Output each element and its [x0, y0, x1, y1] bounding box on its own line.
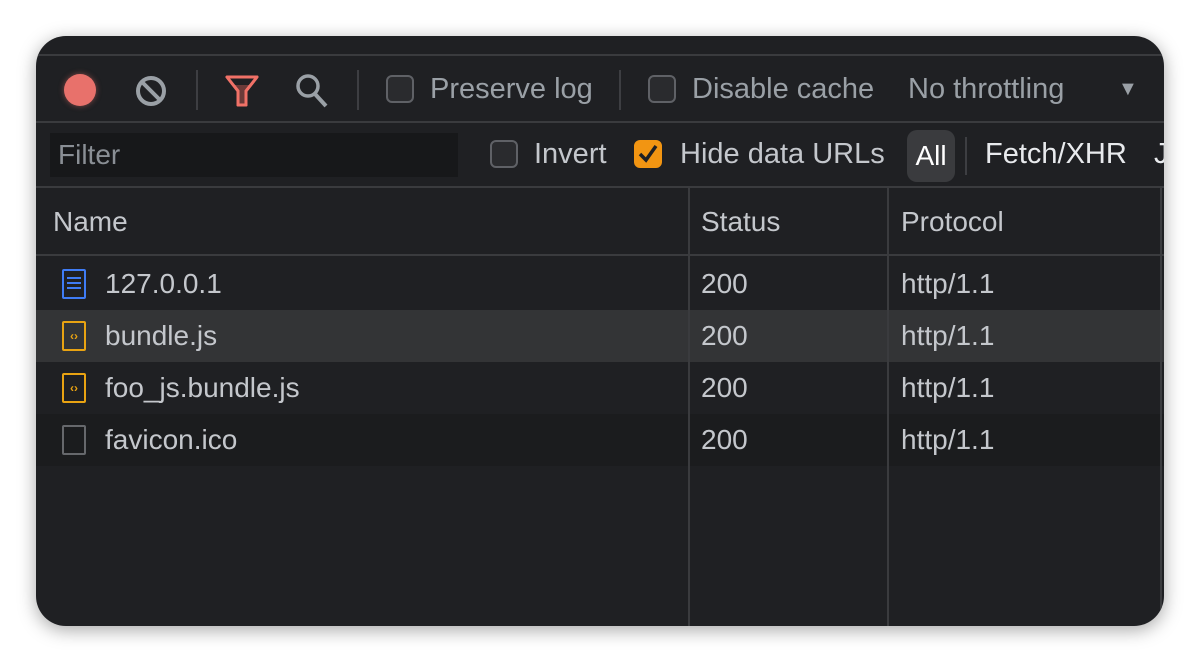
column-name[interactable]: Name	[53, 206, 128, 238]
type-filter-fetch-xhr[interactable]: Fetch/XHR	[985, 138, 1127, 171]
throttling-select[interactable]: No throttling ▼	[908, 68, 1144, 112]
table-header: Name Status Protocol	[36, 188, 1164, 256]
top-toolbar-partial	[36, 36, 1164, 56]
separator	[196, 70, 198, 110]
network-toolbar: Preserve log Disable cache No throttling…	[36, 56, 1164, 123]
separator	[357, 70, 359, 110]
file-icon	[62, 425, 86, 455]
row-status: 200	[701, 372, 748, 403]
clear-icon[interactable]	[134, 74, 168, 108]
row-protocol: http/1.1	[901, 268, 995, 299]
disable-cache-checkbox[interactable]	[648, 75, 676, 103]
checkmark-icon	[638, 144, 658, 163]
column-divider[interactable]	[688, 188, 690, 626]
separator	[619, 70, 621, 110]
row-protocol: http/1.1	[901, 424, 995, 455]
document-icon	[62, 269, 86, 299]
separator	[965, 137, 967, 175]
row-status: 200	[701, 424, 748, 455]
preserve-log-checkbox[interactable]	[386, 75, 414, 103]
table-row[interactable]: ‹› foo_js.bundle.js 200 http/1.1	[36, 362, 1164, 414]
row-status: 200	[701, 268, 748, 299]
devtools-network-panel: Preserve log Disable cache No throttling…	[36, 36, 1164, 626]
invert-label: Invert	[534, 138, 607, 170]
row-name: bundle.js	[105, 320, 218, 351]
table-row[interactable]: 127.0.0.1 200 http/1.1	[36, 258, 1164, 310]
filter-input[interactable]	[50, 133, 458, 177]
dropdown-arrow-icon: ▼	[1118, 78, 1138, 100]
column-protocol[interactable]: Protocol	[901, 206, 1004, 238]
row-name: 127.0.0.1	[105, 268, 222, 299]
script-icon: ‹›	[62, 373, 86, 403]
funnel-icon[interactable]	[224, 74, 260, 108]
table-row[interactable]: favicon.ico 200 http/1.1	[36, 414, 1164, 466]
invert-checkbox[interactable]	[490, 140, 518, 168]
row-status: 200	[701, 320, 748, 351]
column-divider[interactable]	[1160, 188, 1162, 626]
throttling-value: No throttling	[908, 73, 1065, 105]
search-icon[interactable]	[294, 72, 330, 110]
record-button[interactable]	[64, 74, 96, 106]
hide-data-urls-checkbox[interactable]	[634, 140, 662, 168]
type-filter-js[interactable]: J	[1154, 138, 1164, 171]
row-name: favicon.ico	[105, 424, 238, 455]
row-protocol: http/1.1	[901, 320, 995, 351]
column-status[interactable]: Status	[701, 206, 780, 238]
disable-cache-label: Disable cache	[692, 73, 875, 105]
row-protocol: http/1.1	[901, 372, 995, 403]
column-divider[interactable]	[887, 188, 889, 626]
type-filter-all[interactable]: All	[907, 130, 955, 182]
filter-bar: Invert Hide data URLs All Fetch/XHR J	[36, 125, 1164, 188]
table-row[interactable]: ‹› bundle.js 200 http/1.1	[36, 310, 1164, 362]
hide-data-urls-label: Hide data URLs	[680, 138, 885, 170]
row-name: foo_js.bundle.js	[105, 372, 300, 403]
preserve-log-label: Preserve log	[430, 73, 593, 105]
script-icon: ‹›	[62, 321, 86, 351]
